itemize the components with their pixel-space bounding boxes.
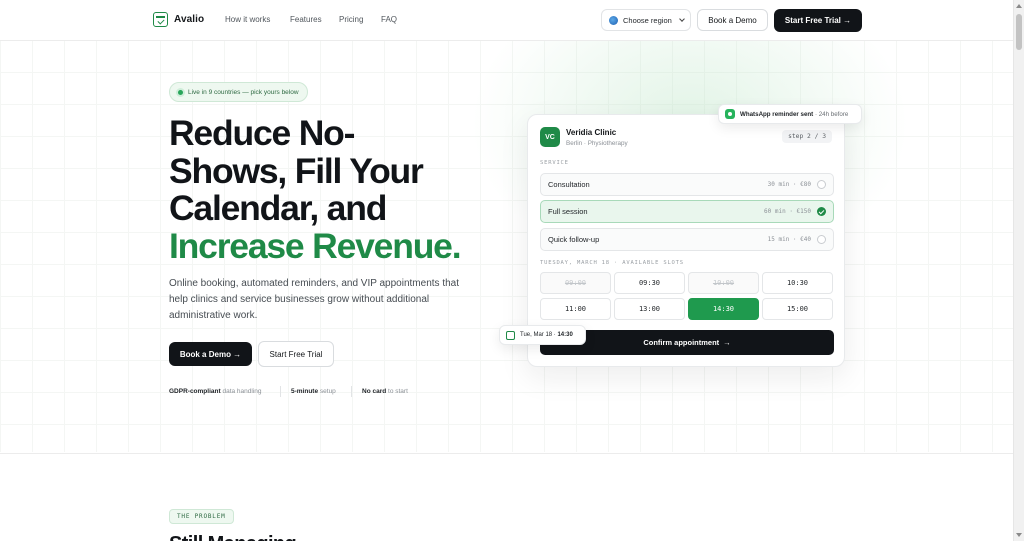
- appointment-date-chip: Tue, Mar 18 · 14:30: [499, 325, 586, 345]
- service-option-full-session[interactable]: Full session 60 min · €150: [540, 200, 834, 223]
- confirm-label: Confirm appointment: [643, 338, 720, 347]
- clinic-subtitle: Berlin · Physiotherapy: [566, 140, 628, 147]
- service-price: 15 min · €40: [767, 236, 811, 243]
- hero-title: Reduce No- Shows, Fill Your Calendar, an…: [169, 113, 499, 266]
- page-scrollbar[interactable]: [1013, 0, 1024, 541]
- countries-pill[interactable]: Live in 9 countries — pick yours below: [169, 82, 308, 102]
- feature-no-card: No card to start: [362, 388, 408, 395]
- service-name: Full session: [548, 207, 588, 216]
- hero-subtitle: Online booking, automated reminders, and…: [169, 278, 459, 321]
- nav-start-trial-button[interactable]: Start Free Trial →: [774, 9, 862, 32]
- time-slot[interactable]: 09:30: [614, 272, 685, 294]
- time-slot-selected[interactable]: 14:30: [688, 298, 759, 320]
- section-divider: [0, 453, 1013, 454]
- service-label: SERVICE: [540, 160, 569, 166]
- feature-bold: GDPR-compliant: [169, 388, 221, 395]
- brand-logo[interactable]: Avalio: [153, 12, 204, 27]
- whatsapp-icon: [725, 109, 735, 119]
- time-slot[interactable]: 15:00: [762, 298, 833, 320]
- nav-link-pricing[interactable]: Pricing: [339, 15, 363, 24]
- top-navbar: Avalio How it works Features Pricing FAQ…: [0, 0, 1013, 41]
- calendar-icon: [506, 330, 515, 340]
- brand-name: Avalio: [174, 14, 205, 25]
- hero-start-trial-button[interactable]: Start Free Trial: [258, 341, 334, 367]
- feature-text: to start: [386, 388, 408, 395]
- nav-link-how-it-works[interactable]: How it works: [225, 15, 270, 24]
- date-chip-time: 14:30: [557, 332, 573, 338]
- toast-text: · 24h before: [813, 110, 849, 118]
- check-circle-icon: [817, 207, 826, 216]
- feature-bold: No card: [362, 388, 387, 395]
- service-price: 30 min · €80: [767, 181, 811, 188]
- service-option-quick-follow-up[interactable]: Quick follow-up 15 min · €40: [540, 228, 834, 251]
- region-label: Choose region: [623, 15, 672, 25]
- step-indicator: step 2 / 3: [782, 130, 832, 143]
- scroll-down-icon[interactable]: [1016, 533, 1022, 537]
- nav-book-demo-button[interactable]: Book a Demo: [697, 9, 768, 31]
- feature-bold: 5-minute: [291, 388, 319, 395]
- service-name: Consultation: [548, 180, 590, 189]
- whatsapp-reminder-toast: WhatsApp reminder sent · 24h before: [718, 104, 862, 124]
- problem-section-tag: THE PROBLEM: [169, 509, 234, 524]
- clinic-name: Veridia Clinic: [566, 128, 617, 137]
- feature-divider: [351, 386, 352, 397]
- feature-gdpr: GDPR-compliant data handling: [169, 388, 262, 395]
- hero-title-line: Reduce No-: [169, 113, 355, 153]
- arrow-right-icon: →: [723, 338, 731, 347]
- hero-book-demo-button[interactable]: Book a Demo →: [169, 342, 252, 366]
- time-slot: 10:00: [688, 272, 759, 294]
- globe-icon: [609, 15, 618, 25]
- date-chip-date: Tue, Mar 18 ·: [520, 332, 558, 338]
- scroll-up-icon[interactable]: [1016, 4, 1022, 8]
- time-slot[interactable]: 13:00: [614, 298, 685, 320]
- hero-title-line: Calendar, and: [169, 188, 387, 228]
- feature-text: data handling: [220, 388, 262, 395]
- chevron-down-icon: [678, 16, 685, 22]
- nav-link-features[interactable]: Features: [290, 15, 322, 24]
- countries-pill-label: Live in 9 countries — pick yours below: [188, 88, 299, 96]
- time-slot[interactable]: 10:30: [762, 272, 833, 294]
- service-price: 60 min · €150: [764, 208, 811, 215]
- clinic-avatar: VC: [540, 127, 560, 147]
- region-selector[interactable]: Choose region: [601, 9, 691, 31]
- radio-icon: [817, 180, 826, 189]
- radio-icon: [817, 235, 826, 244]
- calendar-check-icon: [153, 12, 168, 27]
- slots-label: TUESDAY, MARCH 18 · AVAILABLE SLOTS: [540, 260, 684, 266]
- scrollbar-thumb[interactable]: [1016, 14, 1022, 50]
- live-dot-icon: [178, 89, 183, 95]
- nav-link-faq[interactable]: FAQ: [381, 15, 397, 24]
- feature-setup: 5-minute setup: [291, 388, 336, 395]
- feature-divider: [280, 386, 281, 397]
- feature-text: setup: [318, 388, 336, 395]
- time-slot: 09:00: [540, 272, 611, 294]
- time-slot[interactable]: 11:00: [540, 298, 611, 320]
- hero-title-line: Shows, Fill Your: [169, 150, 424, 191]
- service-option-consultation[interactable]: Consultation 30 min · €80: [540, 173, 834, 196]
- problem-section-heading: Still Managing: [169, 533, 297, 541]
- hero-title-highlight: Increase Revenue.: [169, 225, 462, 266]
- toast-bold: WhatsApp reminder sent: [740, 110, 814, 118]
- service-name: Quick follow-up: [548, 235, 600, 244]
